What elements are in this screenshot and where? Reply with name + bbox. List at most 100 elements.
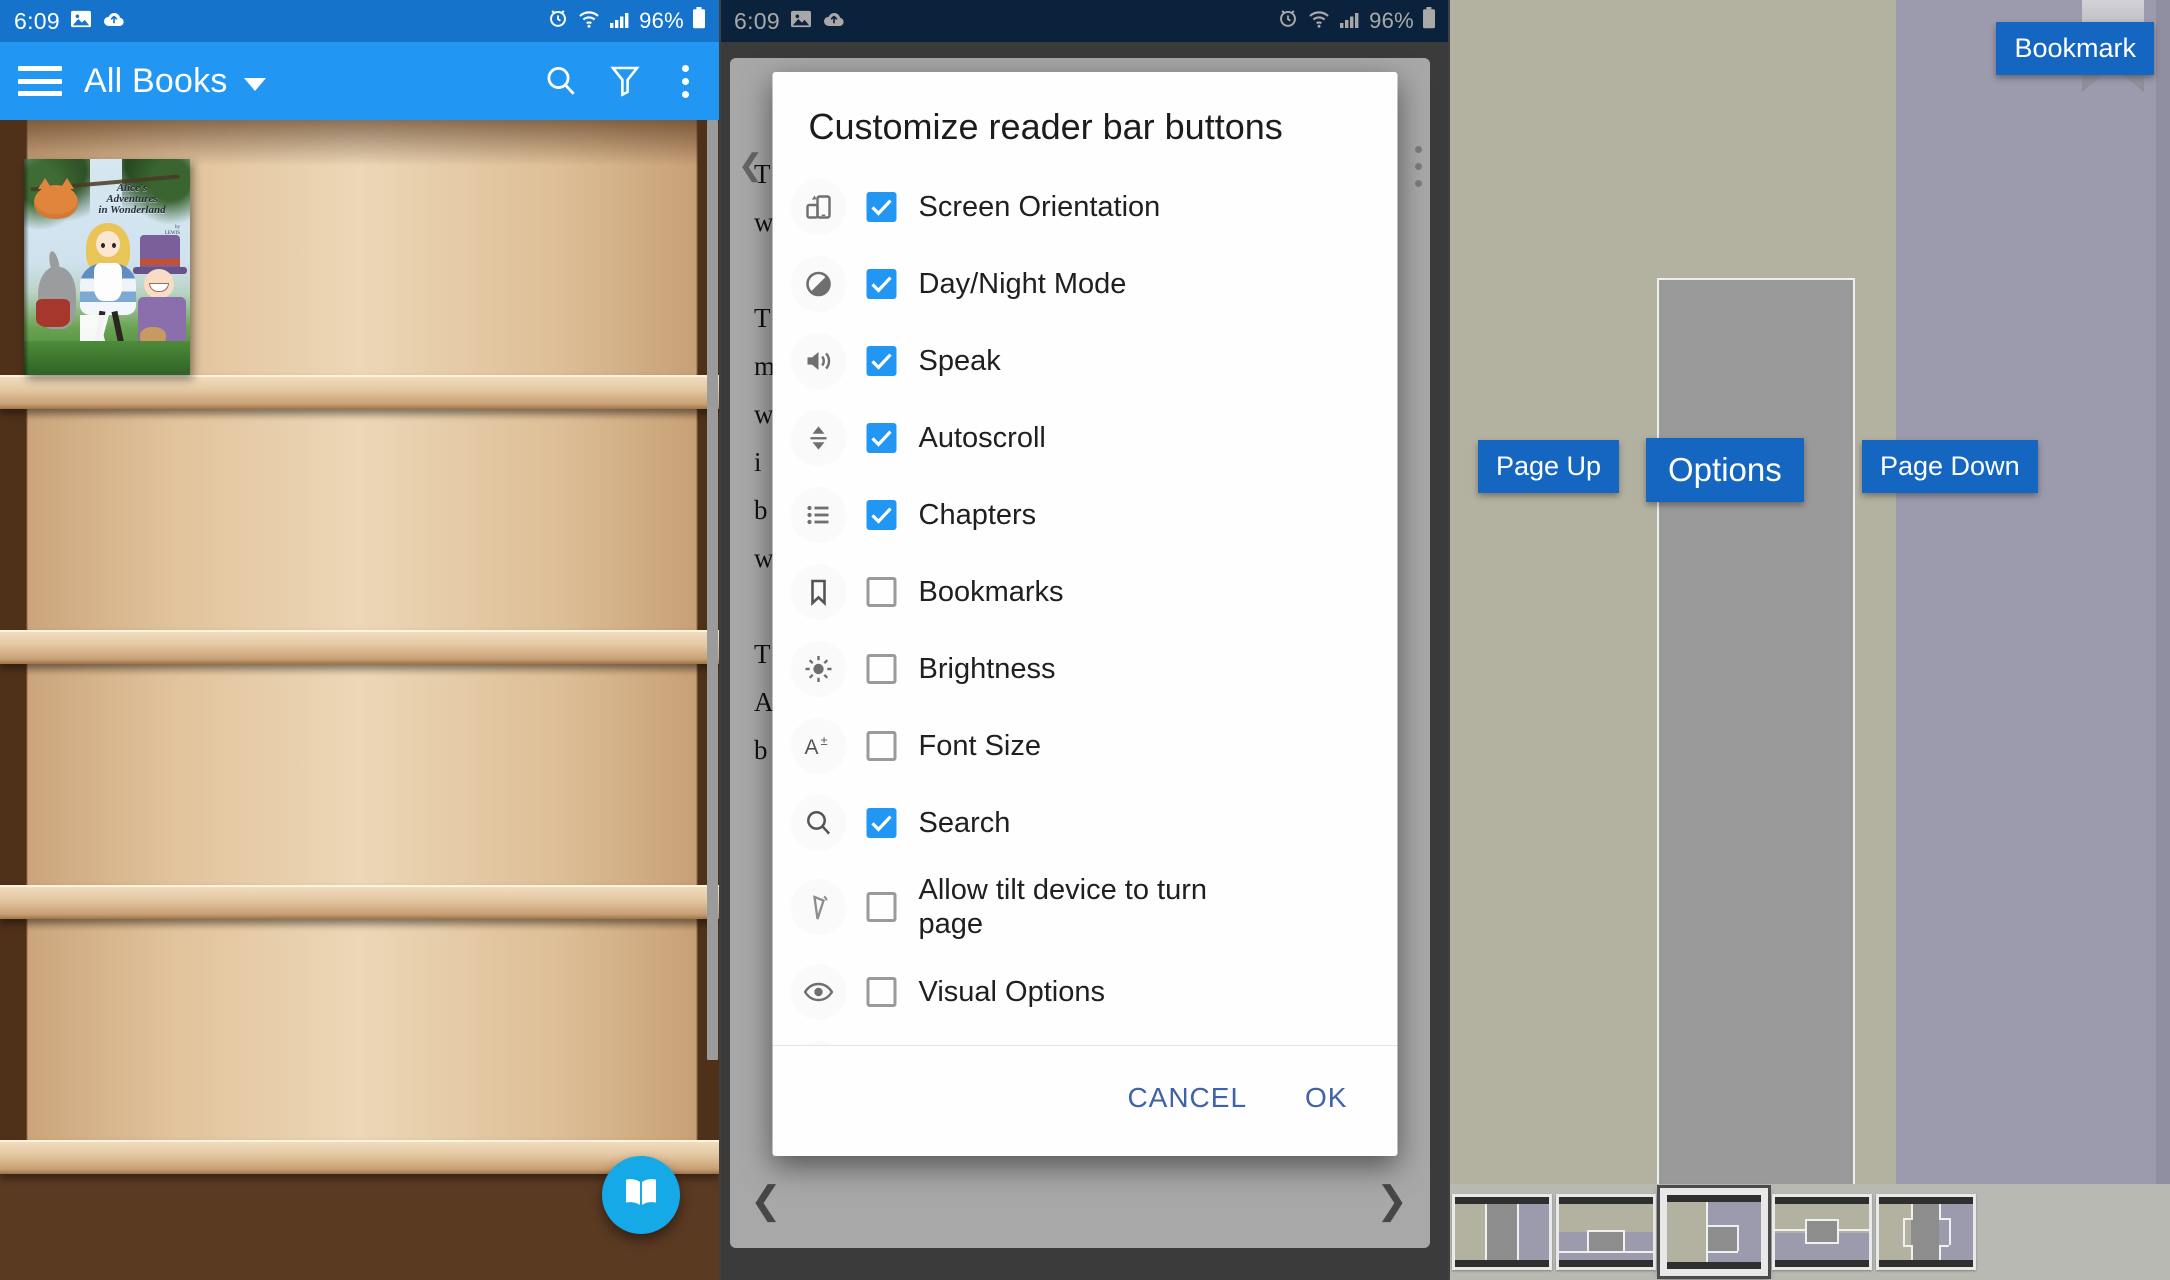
dialog-option-list[interactable]: Screen Orientation Day/Night Mode Speak …: [773, 168, 1398, 1046]
list-item[interactable]: Bookmarks: [773, 553, 1398, 630]
dialog-action-row: CANCEL OK: [773, 1046, 1398, 1156]
checkbox[interactable]: [866, 191, 897, 222]
wifi-icon: [577, 8, 601, 35]
checkbox[interactable]: [866, 576, 897, 607]
list-item-label: Brightness: [918, 652, 1056, 685]
status-bar-library: 6:09 96%: [0, 0, 720, 42]
status-clock: 6:09: [14, 7, 60, 34]
shelf-row-3: [0, 630, 720, 919]
kebab-menu-icon[interactable]: [672, 64, 698, 98]
reader-screen: 6:09 96% ❮ T w T m w i b w T A b ❮ ❯ Cus…: [720, 0, 1450, 1280]
shelf-plank: [0, 885, 720, 919]
layout-thumb-bottom-inset[interactable]: [1556, 1194, 1656, 1270]
list-item-label: Search: [918, 806, 1011, 839]
bookmark-icon: [790, 563, 847, 620]
tilt-device-icon: [790, 879, 847, 935]
control-options-icon: [790, 1040, 847, 1046]
hamburger-menu-icon[interactable]: [18, 66, 62, 96]
svg-text:±: ±: [821, 733, 828, 748]
checkbox[interactable]: [866, 807, 897, 838]
page-up-zone-button[interactable]: Page Up: [1478, 440, 1620, 493]
list-item[interactable]: Visual Options: [773, 953, 1398, 1030]
library-app-bar: All Books: [0, 42, 720, 120]
ok-button[interactable]: OK: [1283, 1070, 1369, 1126]
bookmark-zone-button[interactable]: Bookmark: [1996, 22, 2154, 75]
book-cover-title: Alice's Adventures in Wonderland: [98, 182, 166, 216]
checkbox[interactable]: [866, 730, 897, 761]
font-size-icon: A ±: [790, 717, 847, 774]
chevron-down-icon[interactable]: [243, 77, 266, 91]
shelf-row-2: [0, 375, 720, 664]
list-item-label: Allow tilt device to turn page: [918, 874, 1208, 940]
list-chapters-icon: [790, 486, 847, 543]
screen-rotation-icon: [790, 178, 847, 235]
search-icon: [790, 794, 847, 851]
checkbox[interactable]: [866, 422, 897, 453]
layout-scroll-sliver: [2156, 0, 2170, 1208]
funnel-filter-icon[interactable]: [610, 64, 640, 98]
tap-zone-layout-screen: Bookmark Page Up Options Page Down: [1450, 0, 2170, 1280]
list-item-label: Screen Orientation: [918, 190, 1161, 223]
list-item[interactable]: Control Options: [773, 1030, 1398, 1046]
checkbox[interactable]: [866, 976, 897, 1007]
list-item[interactable]: Chapters: [773, 476, 1398, 553]
brightness-sun-icon: [790, 640, 847, 697]
tap-zone-options-region-lower[interactable]: [1657, 640, 1855, 1208]
checkbox[interactable]: [866, 268, 897, 299]
layout-thumbnail-strip[interactable]: [1450, 1184, 2170, 1280]
shelf-plank: [0, 630, 720, 664]
list-item[interactable]: Search: [773, 784, 1398, 861]
continue-reading-fab[interactable]: [602, 1156, 680, 1234]
book-slot[interactable]: Alice's Adventures in Wonderland by LEWIS …: [0, 145, 220, 375]
day-night-mode-icon: [790, 255, 847, 312]
cancel-button[interactable]: CANCEL: [1105, 1070, 1269, 1126]
list-item[interactable]: Allow tilt device to turn page: [773, 861, 1398, 953]
list-item-label: Font Size: [918, 729, 1042, 762]
svg-text:A: A: [805, 736, 819, 759]
layout-thumb-center-cross[interactable]: [1876, 1194, 1976, 1270]
image-icon: [70, 8, 92, 35]
battery-icon: [692, 7, 706, 35]
library-scrollbar[interactable]: [707, 120, 718, 1060]
list-item[interactable]: Autoscroll: [773, 399, 1398, 476]
checkbox[interactable]: [866, 653, 897, 684]
open-book-icon: [621, 1176, 661, 1215]
shelf-plank: [0, 375, 720, 409]
autoscroll-icon: [790, 409, 847, 466]
list-item[interactable]: A ± Font Size: [773, 707, 1398, 784]
battery-percent: 96%: [639, 8, 684, 33]
list-item[interactable]: Day/Night Mode: [773, 245, 1398, 322]
layout-thumb-center-notch[interactable]: [1772, 1194, 1872, 1270]
cheshire-cat-art: [34, 178, 78, 219]
shelf-row-1: Alice's Adventures in Wonderland by LEWIS …: [0, 120, 720, 409]
library-screen: 6:09 96% All Books Alice's Adventures in…: [0, 0, 720, 1280]
shelf-row-4: [0, 885, 720, 1174]
dialog-title: Customize reader bar buttons: [808, 106, 1283, 147]
checkbox[interactable]: [866, 345, 897, 376]
page-down-zone-button[interactable]: Page Down: [1862, 440, 2038, 493]
customize-reader-bar-dialog: Customize reader bar buttons Screen Orie…: [772, 72, 1398, 1156]
signal-icon: [609, 8, 631, 35]
list-item[interactable]: Brightness: [773, 630, 1398, 707]
list-item-label: Speak: [918, 344, 1001, 377]
cloud-upload-icon: [102, 8, 126, 35]
layout-thumb-three-columns[interactable]: [1452, 1194, 1552, 1270]
options-zone-button[interactable]: Options: [1646, 438, 1804, 502]
page-title: All Books: [84, 61, 228, 100]
book-cover-alice[interactable]: Alice's Adventures in Wonderland by LEWIS …: [24, 159, 190, 375]
layout-thumb-left-corner[interactable]: [1657, 1185, 1771, 1279]
bookshelf: Alice's Adventures in Wonderland by LEWIS …: [0, 120, 720, 1280]
list-item-label: Chapters: [918, 498, 1037, 531]
checkbox[interactable]: [866, 892, 897, 922]
list-item-label: Bookmarks: [918, 575, 1064, 608]
list-item-label: Day/Night Mode: [918, 267, 1127, 300]
search-icon[interactable]: [544, 64, 578, 98]
list-item-label: Visual Options: [918, 975, 1105, 1008]
alarm-icon: [547, 7, 569, 35]
checkbox[interactable]: [866, 499, 897, 530]
list-item-label: Autoscroll: [918, 421, 1046, 454]
speaker-volume-icon: [790, 332, 847, 389]
list-item[interactable]: Screen Orientation: [773, 168, 1398, 245]
list-item[interactable]: Speak: [773, 322, 1398, 399]
eye-visual-icon: [790, 963, 847, 1020]
